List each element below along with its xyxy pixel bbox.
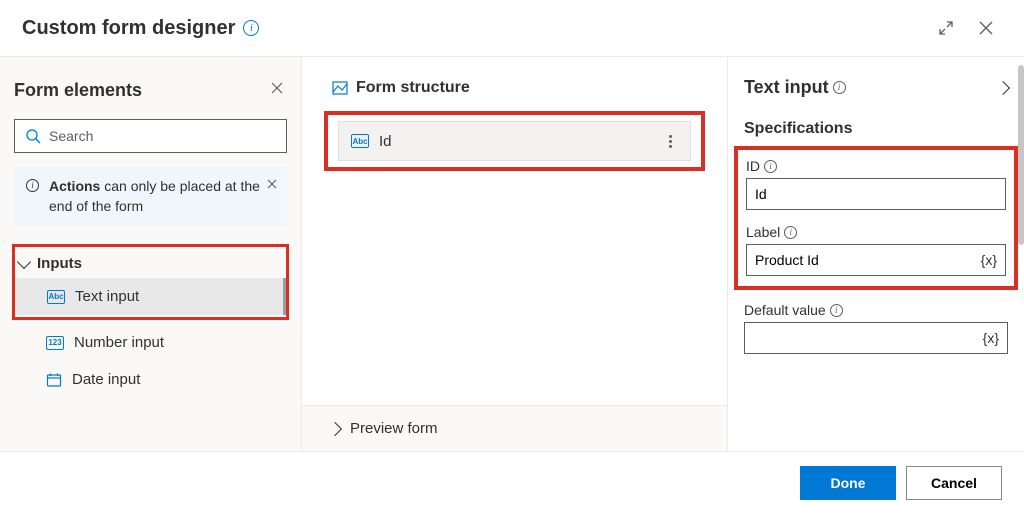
more-options-icon[interactable] xyxy=(662,135,678,148)
expression-icon[interactable]: {x} xyxy=(975,252,997,268)
inputs-group-highlight: Inputs Abc Text input xyxy=(12,244,289,320)
preview-form-toggle[interactable]: Preview form xyxy=(302,405,727,451)
banner-text: Actions can only be placed at the end of… xyxy=(49,177,275,216)
panel-close-icon[interactable] xyxy=(267,77,287,103)
dialog-footer: Done Cancel xyxy=(0,451,1024,514)
structure-item-label: Id xyxy=(379,133,652,150)
properties-title: Text input xyxy=(744,77,829,98)
chevron-right-icon[interactable] xyxy=(996,80,1010,94)
expand-icon[interactable] xyxy=(930,12,962,44)
info-banner: i Actions can only be placed at the end … xyxy=(14,167,287,226)
info-icon[interactable]: i xyxy=(243,20,259,36)
default-value-label: Default value i xyxy=(744,302,1008,318)
specifications-highlight: ID i Label i {x} xyxy=(734,146,1018,290)
close-icon[interactable] xyxy=(970,12,1002,44)
date-input-icon xyxy=(46,372,62,388)
element-label: Date input xyxy=(72,371,140,388)
label-field-label: Label i xyxy=(746,224,1006,240)
structure-icon xyxy=(332,80,348,96)
default-value-field[interactable]: {x} xyxy=(744,322,1008,354)
banner-close-icon[interactable] xyxy=(263,173,281,196)
id-field[interactable] xyxy=(746,178,1006,210)
text-input-icon: Abc xyxy=(351,134,369,148)
scrollbar[interactable] xyxy=(1018,65,1024,245)
label-input[interactable] xyxy=(755,252,975,268)
form-structure-panel: Form structure Abc Id Preview form xyxy=(302,57,728,451)
preview-form-label: Preview form xyxy=(350,420,438,437)
cancel-button[interactable]: Cancel xyxy=(906,466,1002,500)
dialog-body: Form elements i Actions can only be plac… xyxy=(0,57,1024,451)
structure-item-id[interactable]: Abc Id xyxy=(338,121,691,161)
dialog-header: Custom form designer i xyxy=(0,0,1024,57)
chevron-right-icon xyxy=(328,421,342,435)
info-icon[interactable]: i xyxy=(830,304,843,317)
form-elements-title: Form elements xyxy=(14,80,267,101)
expression-icon[interactable]: {x} xyxy=(977,330,999,346)
done-button[interactable]: Done xyxy=(800,466,896,500)
inputs-group-label: Inputs xyxy=(37,255,82,272)
form-structure-title: Form structure xyxy=(356,79,470,97)
element-number-input[interactable]: 123 Number input xyxy=(14,324,287,361)
info-icon[interactable]: i xyxy=(833,81,846,94)
banner-bold: Actions xyxy=(49,178,100,194)
search-field[interactable] xyxy=(49,128,276,144)
default-value-input[interactable] xyxy=(753,330,977,346)
number-input-icon: 123 xyxy=(46,336,64,350)
search-icon xyxy=(25,128,41,144)
info-icon[interactable]: i xyxy=(764,160,777,173)
element-text-input[interactable]: Abc Text input xyxy=(15,278,286,315)
text-input-icon: Abc xyxy=(47,290,65,304)
search-input[interactable] xyxy=(14,119,287,153)
properties-panel: Text input i Specifications ID i Label i… xyxy=(728,57,1024,451)
specifications-heading: Specifications xyxy=(744,120,1008,138)
info-icon[interactable]: i xyxy=(784,226,797,239)
id-input[interactable] xyxy=(755,186,997,202)
inputs-group-header[interactable]: Inputs xyxy=(15,249,286,278)
element-date-input[interactable]: Date input xyxy=(14,361,287,398)
info-icon: i xyxy=(26,179,39,192)
id-field-label: ID i xyxy=(746,158,1006,174)
chevron-down-icon xyxy=(17,255,31,269)
structure-item-highlight: Abc Id xyxy=(324,111,705,171)
form-structure-header: Form structure xyxy=(302,57,727,111)
form-elements-panel: Form elements i Actions can only be plac… xyxy=(0,57,302,451)
element-label: Number input xyxy=(74,334,164,351)
dialog-title: Custom form designer xyxy=(22,17,235,40)
element-label: Text input xyxy=(75,288,139,305)
label-field[interactable]: {x} xyxy=(746,244,1006,276)
